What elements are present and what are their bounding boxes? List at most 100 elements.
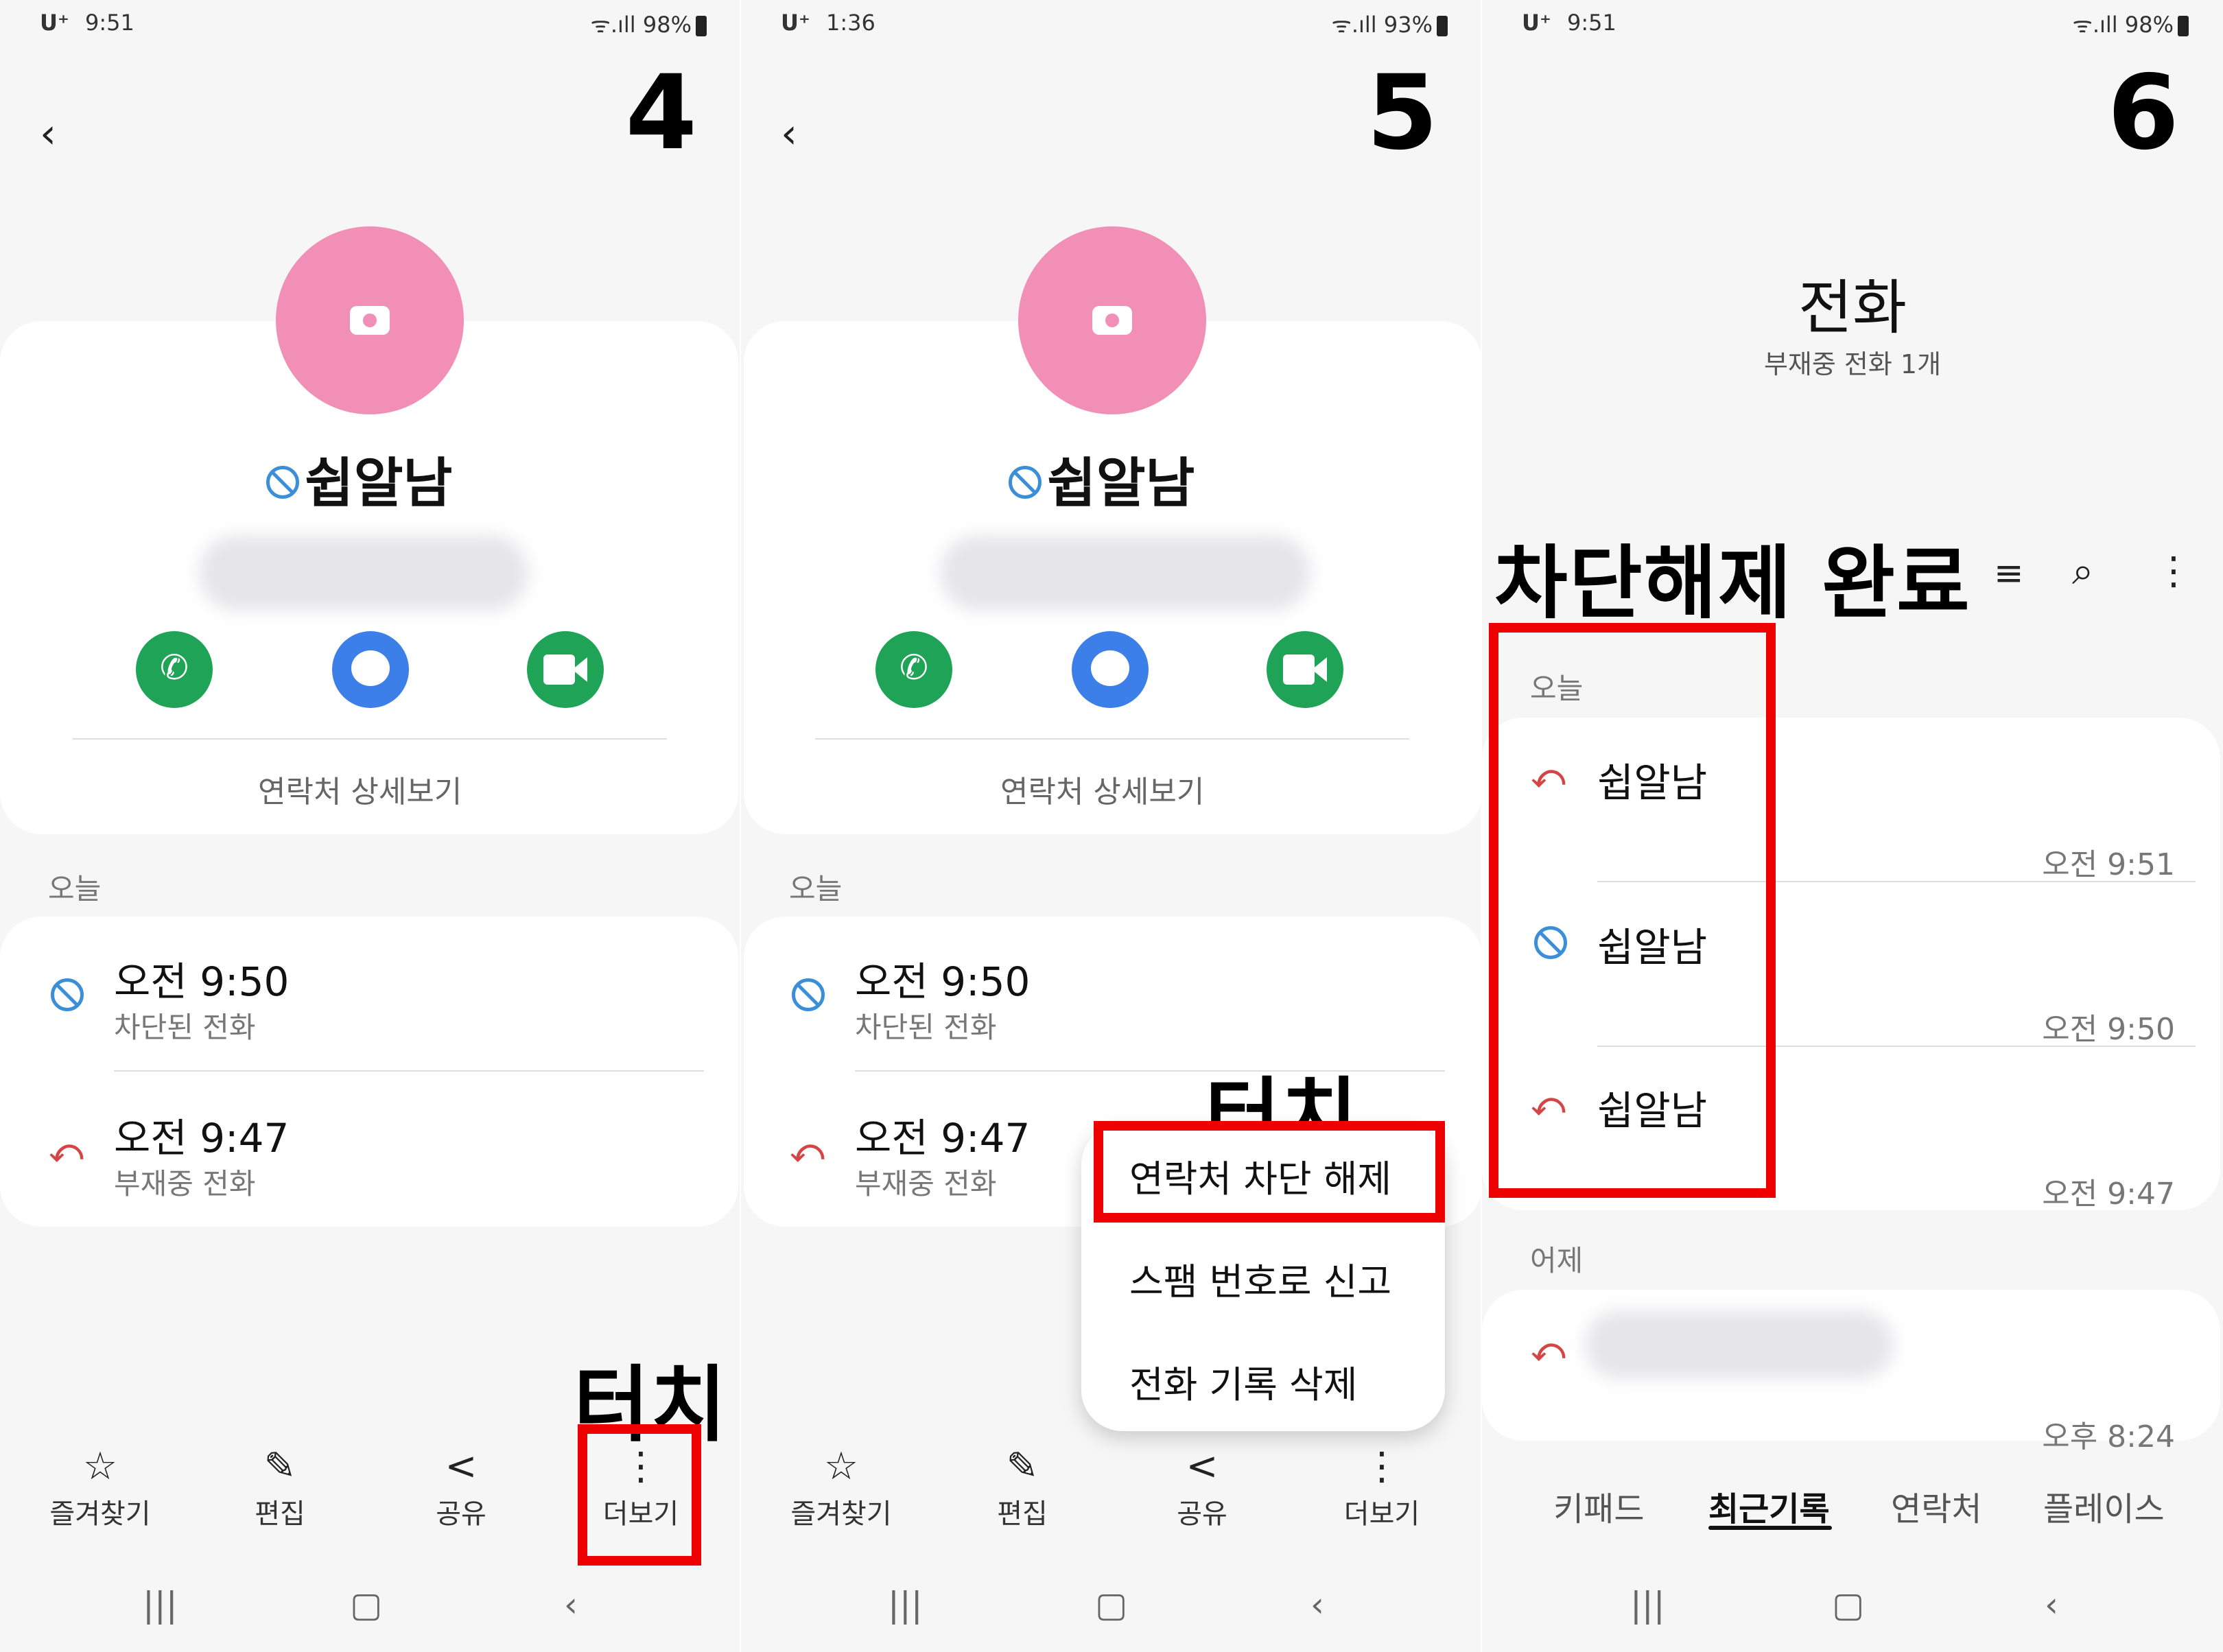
signal-battery-text: ᯤ.ıll 98% bbox=[590, 12, 692, 38]
share-button[interactable]: < 공유 bbox=[386, 1448, 537, 1531]
video-lens-icon bbox=[572, 657, 587, 682]
video-icon bbox=[1283, 654, 1315, 685]
blocked-icon bbox=[1009, 466, 1042, 499]
favorite-button[interactable]: ☆ 즐겨찾기 bbox=[25, 1448, 176, 1531]
filter-icon[interactable]: ≡ bbox=[1994, 553, 2024, 594]
avatar[interactable] bbox=[1018, 226, 1206, 414]
status-indicators: ᯤ.ıll 98% bbox=[591, 10, 707, 39]
edit-button[interactable]: ✎ 편집 bbox=[947, 1448, 1098, 1531]
missed-call-icon bbox=[49, 1132, 83, 1170]
blurred-caller bbox=[1585, 1310, 1894, 1379]
status-bar: U⁺ 9:51 ᯤ.ıll 98% bbox=[0, 0, 741, 48]
system-nav-bar: ||| ▢ ‹ bbox=[741, 1585, 1482, 1633]
divider bbox=[73, 738, 667, 740]
chat-bubble-icon bbox=[1091, 650, 1129, 686]
section-yesterday: 어제 bbox=[1530, 1244, 1584, 1277]
tab-contacts[interactable]: 연락처 bbox=[1891, 1482, 1981, 1530]
step-number: 4 bbox=[625, 54, 697, 173]
log-time: 오전 9:50 bbox=[114, 958, 290, 1005]
back-nav-icon[interactable]: ‹ bbox=[2045, 1585, 2058, 1625]
camera-icon bbox=[1092, 306, 1132, 335]
log-time: 오전 9:47 bbox=[114, 1115, 290, 1161]
recent-time: 오전 9:51 bbox=[2042, 847, 2175, 882]
blurred-phone-number bbox=[199, 535, 528, 611]
share-icon: < bbox=[445, 1444, 478, 1489]
pencil-icon: ✎ bbox=[1006, 1444, 1039, 1489]
page-title: 전화 bbox=[1798, 274, 1907, 342]
divider bbox=[815, 738, 1409, 740]
home-icon[interactable]: ▢ bbox=[1095, 1585, 1127, 1625]
call-log-card bbox=[0, 917, 738, 1227]
phone-icon: ✆ bbox=[899, 648, 928, 687]
system-nav-bar: ||| ▢ ‹ bbox=[0, 1585, 741, 1633]
home-icon[interactable]: ▢ bbox=[350, 1585, 382, 1625]
recent-apps-icon[interactable]: ||| bbox=[888, 1585, 923, 1625]
carrier-label: U⁺ bbox=[781, 10, 810, 36]
section-today: 오늘 bbox=[48, 872, 102, 906]
message-button[interactable] bbox=[332, 631, 409, 708]
back-arrow-icon[interactable]: ‹ bbox=[781, 110, 797, 158]
more-button[interactable]: ⋮ 더보기 bbox=[1306, 1448, 1457, 1531]
back-nav-icon[interactable]: ‹ bbox=[564, 1585, 578, 1625]
clock: 9:51 bbox=[1567, 10, 1616, 36]
call-button[interactable]: ✆ bbox=[136, 631, 213, 708]
carrier-label: U⁺ bbox=[40, 10, 69, 36]
signal-battery-text: ᯤ.ıll 98% bbox=[2072, 12, 2174, 38]
status-indicators: ᯤ.ıll 93% bbox=[1332, 10, 1448, 39]
active-tab-indicator bbox=[1708, 1526, 1832, 1530]
pencil-icon: ✎ bbox=[263, 1444, 296, 1489]
screen-step-6: U⁺ 9:51 ᯤ.ıll 98% 6 전화 부재중 전화 1개 차단해제 완료… bbox=[1482, 0, 2223, 1652]
recent-time: 오전 9:50 bbox=[2042, 1012, 2175, 1047]
back-nav-icon[interactable]: ‹ bbox=[1310, 1585, 1324, 1625]
message-button[interactable] bbox=[1072, 631, 1149, 708]
tab-recents[interactable]: 최근기록 bbox=[1708, 1482, 1830, 1530]
menu-item-delete-call-log[interactable]: 전화 기록 삭제 bbox=[1129, 1354, 1357, 1408]
step-number: 6 bbox=[2107, 54, 2179, 173]
log-type: 부재중 전화 bbox=[855, 1167, 997, 1201]
screen-step-5: U⁺ 1:36 ᯤ.ıll 93% 5 ‹ 쉽알남 ✆ 연락처 상세보기 오늘 … bbox=[741, 0, 1482, 1652]
recent-apps-icon[interactable]: ||| bbox=[143, 1585, 178, 1625]
annotation-unblock-complete: 차단해제 완료 bbox=[1494, 537, 1971, 630]
edit-button[interactable]: ✎ 편집 bbox=[204, 1448, 355, 1531]
missed-call-icon bbox=[1531, 1331, 1565, 1369]
clock: 1:36 bbox=[826, 10, 875, 36]
carrier-label: U⁺ bbox=[1522, 10, 1551, 36]
contact-details-link[interactable]: 연락처 상세보기 bbox=[258, 767, 462, 811]
missed-call-icon bbox=[790, 1132, 824, 1170]
search-icon[interactable]: ⌕ bbox=[2072, 549, 2093, 594]
signal-battery-text: ᯤ.ıll 93% bbox=[1331, 12, 1433, 38]
avatar[interactable] bbox=[276, 226, 464, 414]
share-button[interactable]: < 공유 bbox=[1127, 1448, 1278, 1531]
video-call-button[interactable] bbox=[1267, 631, 1343, 708]
tab-keypad[interactable]: 키패드 bbox=[1553, 1482, 1644, 1530]
blocked-icon bbox=[266, 466, 299, 499]
star-icon: ☆ bbox=[82, 1444, 118, 1489]
call-button[interactable]: ✆ bbox=[875, 631, 952, 708]
home-icon[interactable]: ▢ bbox=[1832, 1585, 1864, 1625]
more-vert-icon[interactable]: ⋮ bbox=[2154, 549, 2193, 593]
bottom-action-bar: ☆ 즐겨찾기 ✎ 편집 < 공유 ⋮ 더보기 bbox=[741, 1448, 1482, 1537]
video-icon bbox=[543, 654, 575, 685]
camera-icon bbox=[350, 306, 390, 335]
favorite-label: 즐겨찾기 bbox=[49, 1498, 151, 1530]
share-label: 공유 bbox=[436, 1498, 486, 1530]
highlight-more-button bbox=[578, 1424, 701, 1566]
tab-places[interactable]: 플레이스 bbox=[2043, 1482, 2165, 1530]
contact-name-text: 쉽알남 bbox=[1047, 453, 1195, 515]
highlight-recents bbox=[1489, 623, 1776, 1198]
step-number: 5 bbox=[1366, 54, 1438, 173]
share-label: 공유 bbox=[1177, 1498, 1227, 1530]
favorite-button[interactable]: ☆ 즐겨찾기 bbox=[766, 1448, 917, 1531]
menu-item-report-spam[interactable]: 스팸 번호로 신고 bbox=[1129, 1251, 1391, 1306]
blocked-call-icon bbox=[51, 978, 84, 1011]
battery-icon bbox=[696, 16, 707, 36]
blocked-call-icon bbox=[792, 978, 825, 1011]
back-arrow-icon[interactable]: ‹ bbox=[40, 110, 56, 158]
log-time: 오전 9:47 bbox=[855, 1115, 1031, 1161]
recent-apps-icon[interactable]: ||| bbox=[1630, 1585, 1665, 1625]
contact-details-link[interactable]: 연락처 상세보기 bbox=[1000, 767, 1204, 811]
battery-icon bbox=[1437, 16, 1448, 36]
contact-name: 쉽알남 bbox=[1009, 440, 1195, 517]
log-type: 차단된 전화 bbox=[114, 1011, 256, 1044]
video-call-button[interactable] bbox=[527, 631, 604, 708]
